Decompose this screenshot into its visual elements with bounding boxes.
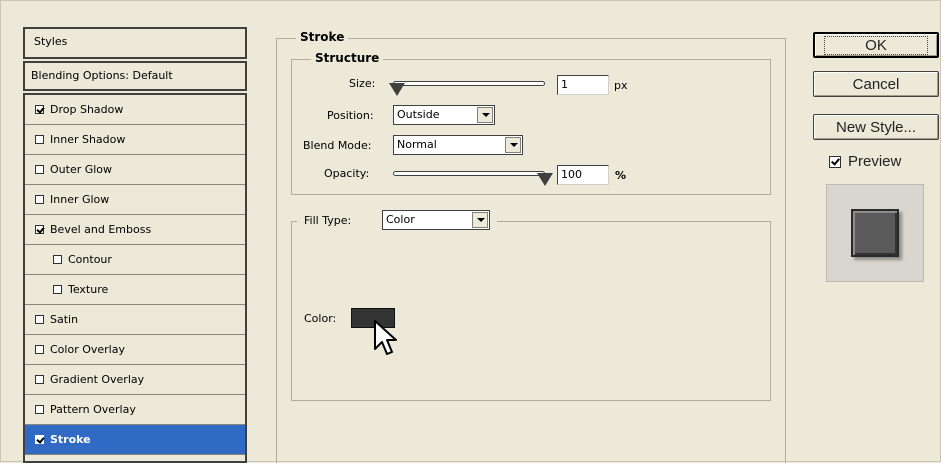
position-value: Outside: [397, 108, 440, 121]
layer-style-dialog: Styles Blending Options: Default Drop Sh…: [0, 0, 941, 463]
style-item-inner-glow[interactable]: Inner Glow: [25, 185, 245, 215]
preview-swatch: [851, 209, 899, 257]
styles-panel: Styles Blending Options: Default Drop Sh…: [23, 27, 251, 463]
ok-button[interactable]: OK: [813, 32, 939, 58]
checkbox[interactable]: [35, 195, 44, 204]
checkbox[interactable]: [53, 285, 62, 294]
style-item-gradient-overlay[interactable]: Gradient Overlay: [25, 365, 245, 395]
new-style-button[interactable]: New Style...: [813, 114, 939, 140]
blend-mode-label: Blend Mode:: [303, 139, 372, 152]
checkbox[interactable]: [35, 375, 44, 384]
structure-title: Structure: [311, 51, 384, 65]
ok-label: OK: [824, 35, 928, 55]
blend-mode-value: Normal: [397, 138, 437, 151]
style-item-label: Inner Shadow: [50, 133, 126, 146]
checkbox[interactable]: [35, 105, 44, 114]
checkbox[interactable]: [829, 155, 841, 168]
style-item-label: Contour: [68, 253, 112, 266]
blending-options-item[interactable]: Blending Options: Default: [23, 61, 247, 91]
style-item-label: Color Overlay: [50, 343, 125, 356]
checkbox[interactable]: [53, 255, 62, 264]
style-item-outer-glow[interactable]: Outer Glow: [25, 155, 245, 185]
style-item-label: Stroke: [50, 433, 91, 446]
style-item-label: Inner Glow: [50, 193, 110, 206]
style-list: Drop Shadow Inner Shadow Outer Glow Inne…: [23, 93, 247, 463]
checkbox[interactable]: [35, 405, 44, 414]
chevron-down-icon[interactable]: [505, 137, 521, 153]
style-item-texture[interactable]: Texture: [25, 275, 245, 305]
style-item-label: Texture: [68, 283, 109, 296]
checkbox[interactable]: [35, 135, 44, 144]
style-item-color-overlay[interactable]: Color Overlay: [25, 335, 245, 365]
size-slider[interactable]: [393, 81, 545, 86]
preview-checkbox[interactable]: Preview: [829, 153, 901, 170]
checkbox[interactable]: [35, 345, 44, 354]
checkbox[interactable]: [35, 225, 44, 234]
opacity-unit: %: [615, 169, 627, 182]
size-unit: px: [614, 79, 628, 92]
fill-type-value: Color: [386, 213, 415, 226]
mouse-cursor-icon: [374, 320, 397, 355]
cancel-label: Cancel: [852, 75, 900, 93]
checkbox[interactable]: [35, 435, 44, 444]
style-item-satin[interactable]: Satin: [25, 305, 245, 335]
style-item-stroke[interactable]: Stroke: [25, 425, 245, 455]
styles-header[interactable]: Styles: [23, 27, 247, 59]
style-item-label: Gradient Overlay: [50, 373, 145, 386]
preview-label: Preview: [848, 153, 902, 170]
blend-mode-select[interactable]: Normal: [393, 135, 523, 155]
color-label: Color:: [304, 312, 337, 325]
checkbox[interactable]: [35, 165, 44, 174]
style-item-bevel-emboss[interactable]: Bevel and Emboss: [25, 215, 245, 245]
style-item-label: Satin: [50, 313, 79, 326]
chevron-down-icon[interactable]: [477, 107, 493, 123]
preview-thumbnail: [826, 184, 924, 282]
fill-type-select[interactable]: Color: [382, 210, 490, 230]
position-label: Position:: [327, 109, 374, 122]
fill-type-label: Fill Type:: [304, 214, 352, 227]
chevron-down-icon[interactable]: [472, 212, 488, 228]
style-item-inner-shadow[interactable]: Inner Shadow: [25, 125, 245, 155]
opacity-slider-thumb[interactable]: [538, 174, 552, 185]
size-label: Size:: [349, 77, 376, 90]
style-item-label: Drop Shadow: [50, 103, 124, 116]
style-item-label: Outer Glow: [50, 163, 113, 176]
cancel-button[interactable]: Cancel: [813, 71, 939, 97]
opacity-slider[interactable]: [393, 171, 545, 176]
style-item-label: Pattern Overlay: [50, 403, 136, 416]
stroke-title: Stroke: [296, 30, 349, 44]
size-input[interactable]: 1: [557, 75, 609, 95]
style-item-pattern-overlay[interactable]: Pattern Overlay: [25, 395, 245, 425]
size-slider-thumb[interactable]: [390, 84, 404, 95]
checkbox[interactable]: [35, 315, 44, 324]
opacity-label: Opacity:: [324, 167, 370, 180]
style-item-drop-shadow[interactable]: Drop Shadow: [25, 95, 245, 125]
style-item-label: Bevel and Emboss: [50, 223, 152, 236]
opacity-input[interactable]: 100: [557, 165, 609, 185]
new-style-label: New Style...: [835, 118, 917, 136]
position-select[interactable]: Outside: [393, 105, 495, 125]
style-item-contour[interactable]: Contour: [25, 245, 245, 275]
